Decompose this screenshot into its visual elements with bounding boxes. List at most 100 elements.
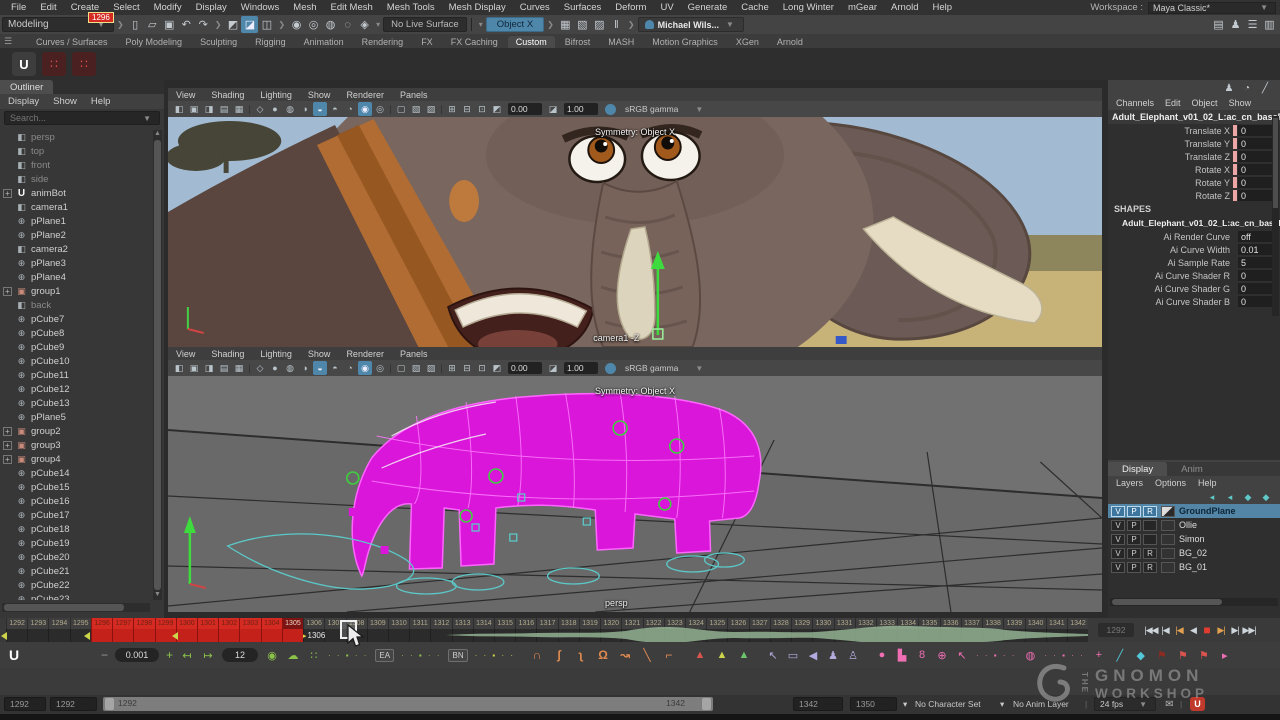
current-time-field[interactable]: 1292 <box>1098 623 1134 637</box>
playback-start-field[interactable]: 1292 <box>50 697 97 711</box>
select-cursor-icon[interactable]: ↖ <box>766 649 780 662</box>
layer-reference-toggle[interactable] <box>1143 534 1157 545</box>
expand-toggle-icon[interactable]: + <box>3 455 12 464</box>
pen-tool-icon[interactable]: ╱ <box>1113 649 1127 662</box>
layer-visibility-toggle[interactable]: V <box>1111 548 1125 559</box>
layer-color-swatch[interactable] <box>1161 534 1175 545</box>
channel-row[interactable]: Ai Curve Width 0.01 <box>1108 243 1280 256</box>
blend-slider-dots[interactable]: · · ▪ · · <box>475 651 515 660</box>
ease-slider-dots[interactable]: · · ▪ · · <box>401 651 441 660</box>
outliner-item[interactable]: + ⊕ pCube21 <box>0 564 152 578</box>
channel-box-icon[interactable]: ☰ <box>1244 16 1261 33</box>
outliner-item[interactable]: + ◧ camera1 <box>0 200 152 214</box>
animbot-shelf-icon[interactable]: U <box>12 52 36 76</box>
channel-value-field[interactable]: 0.01 <box>1238 244 1274 255</box>
channel-row[interactable]: Ai Curve Shader B 0 <box>1108 295 1280 308</box>
timeline-frame-cell[interactable]: 1303 <box>239 618 260 642</box>
modeling-toolkit-icon[interactable]: ▤ <box>1210 16 1227 33</box>
outliner-item[interactable]: + ⊕ pCube22 <box>0 578 152 592</box>
outliner-menu-display[interactable]: Display <box>8 96 39 107</box>
flag-dark-icon[interactable]: ⚑ <box>1155 649 1169 662</box>
shelf-tab[interactable]: Poly Modeling <box>118 36 191 48</box>
expand-toggle-icon[interactable]: + <box>3 287 12 296</box>
wireframe-icon[interactable]: ◇ <box>253 102 267 116</box>
blocking-stairs-icon[interactable]: ▙ <box>895 649 909 662</box>
outliner-item[interactable]: + ⊕ pCube12 <box>0 382 152 396</box>
bookmark-icon[interactable]: ▤ <box>217 361 231 375</box>
loop-icon[interactable]: 8 <box>915 649 929 662</box>
exposure-icon[interactable]: ◩ <box>490 361 504 375</box>
exposure-icon[interactable]: ◩ <box>490 102 504 116</box>
channel-value-field[interactable]: 0 <box>1238 151 1274 162</box>
channel-row[interactable]: Rotate Y 0 <box>1108 176 1280 189</box>
channel-row[interactable]: Ai Curve Shader R 0 <box>1108 269 1280 282</box>
character-set-dropdown[interactable]: No Character Set <box>915 697 981 711</box>
grid-menu-icon[interactable]: ∷ <box>307 649 321 662</box>
safe-action-icon[interactable]: ⊡ <box>475 361 489 375</box>
layer-color-swatch[interactable] <box>1161 548 1175 559</box>
chevron-down-icon[interactable]: ▾ <box>903 697 907 711</box>
timeline-frame-cell[interactable]: 1297 <box>112 618 133 642</box>
divider[interactable]: | <box>439 361 444 375</box>
stop-button[interactable]: ■ <box>1200 622 1214 638</box>
outliner-item[interactable]: + U animBot <box>0 186 152 200</box>
render-settings-icon[interactable]: ▨ <box>591 16 608 33</box>
lock-camera-icon[interactable]: ▣ <box>187 102 201 116</box>
select-camera-icon[interactable]: ◧ <box>172 361 186 375</box>
channel-value-field[interactable]: 0 <box>1238 125 1274 136</box>
bn-mode-button[interactable]: BN <box>448 649 467 662</box>
ambient-occlusion-icon[interactable]: ◓ <box>328 102 342 116</box>
timeline-frame-cell[interactable]: 1328 <box>770 618 791 642</box>
animation-end-field[interactable]: 1350 <box>850 697 897 711</box>
exposure-field[interactable]: 0.00 <box>508 362 542 374</box>
layer-color-swatch[interactable] <box>1161 562 1175 573</box>
textured-icon[interactable]: ◍ <box>283 102 297 116</box>
outliner-tab[interactable]: Outliner <box>0 80 53 94</box>
expand-toggle-icon[interactable]: + <box>3 189 12 198</box>
bell-icon[interactable]: ◍ <box>1023 649 1037 662</box>
world-space-icon[interactable]: ⊕ <box>935 649 949 662</box>
channel-value-field[interactable]: 0 <box>1238 283 1274 294</box>
channel-value-field[interactable]: 0 <box>1238 296 1274 307</box>
channel-value-field[interactable]: off <box>1238 231 1274 242</box>
timeline-frame-cell[interactable]: 1313 <box>452 618 473 642</box>
menu-item[interactable]: Deform <box>608 2 653 13</box>
bookmark-icon[interactable]: ▤ <box>217 102 231 116</box>
safe-action-icon[interactable]: ⊡ <box>475 102 489 116</box>
outliner-menu-help[interactable]: Help <box>91 96 111 107</box>
shelf-tab[interactable]: MASH <box>600 36 642 48</box>
isolate-select-icon[interactable]: ▢ <box>394 102 408 116</box>
render-icon[interactable]: ▦ <box>557 16 574 33</box>
camera-attributes-icon[interactable]: ◨ <box>202 361 216 375</box>
power-icon[interactable]: ◉ <box>265 649 279 662</box>
shelf-tab[interactable]: Sculpting <box>192 36 245 48</box>
depth-of-field-icon[interactable]: ◎ <box>373 361 387 375</box>
timeline-frame-cell[interactable]: 1305 <box>282 618 303 642</box>
viewport-menu-item[interactable]: Shading <box>211 90 244 100</box>
channel-row[interactable]: Rotate Z 0 <box>1108 189 1280 202</box>
channel-value-field[interactable]: 0 <box>1238 164 1274 175</box>
pose-icon[interactable]: ♟ <box>1222 81 1236 95</box>
studio-library-shelf-icon[interactable]: ∷ <box>42 52 66 76</box>
viewport-menu-item[interactable]: Lighting <box>260 90 292 100</box>
pose-slider-dots[interactable]: · · ▪ · · <box>1044 651 1084 660</box>
outliner-item[interactable]: + ⊕ pCube23 <box>0 592 152 600</box>
textured-icon[interactable]: ◍ <box>283 361 297 375</box>
camera-attributes-icon[interactable]: ◨ <box>202 102 216 116</box>
xray-joints-icon[interactable]: ▨ <box>424 361 438 375</box>
outliner-item[interactable]: + ◧ side <box>0 172 152 186</box>
display-layer-row[interactable]: V P R BG_01 <box>1108 560 1280 574</box>
isolate-select-icon[interactable]: ▢ <box>394 361 408 375</box>
pencil-icon[interactable]: ╱ <box>1258 81 1272 95</box>
outliner-item[interactable]: + ◧ camera2 <box>0 242 152 256</box>
nudge-minus-button[interactable]: − <box>101 648 108 662</box>
timeline-frame-cell[interactable]: 1304 <box>261 618 282 642</box>
select-rig-icon[interactable]: ↖ <box>955 649 969 662</box>
channel-row[interactable]: Ai Curve Shader G 0 <box>1108 282 1280 295</box>
layer-visibility-toggle[interactable]: V <box>1111 520 1125 531</box>
timeline-frame-cell[interactable]: 1314 <box>473 618 494 642</box>
xray-joints-icon[interactable]: ▨ <box>424 102 438 116</box>
shape-node-name[interactable]: Adult_Elephant_v01_02_L:ac_cn_baseP... <box>1108 216 1280 230</box>
layer-reference-toggle[interactable] <box>1143 520 1157 531</box>
channel-value-field[interactable]: 0 <box>1238 177 1274 188</box>
